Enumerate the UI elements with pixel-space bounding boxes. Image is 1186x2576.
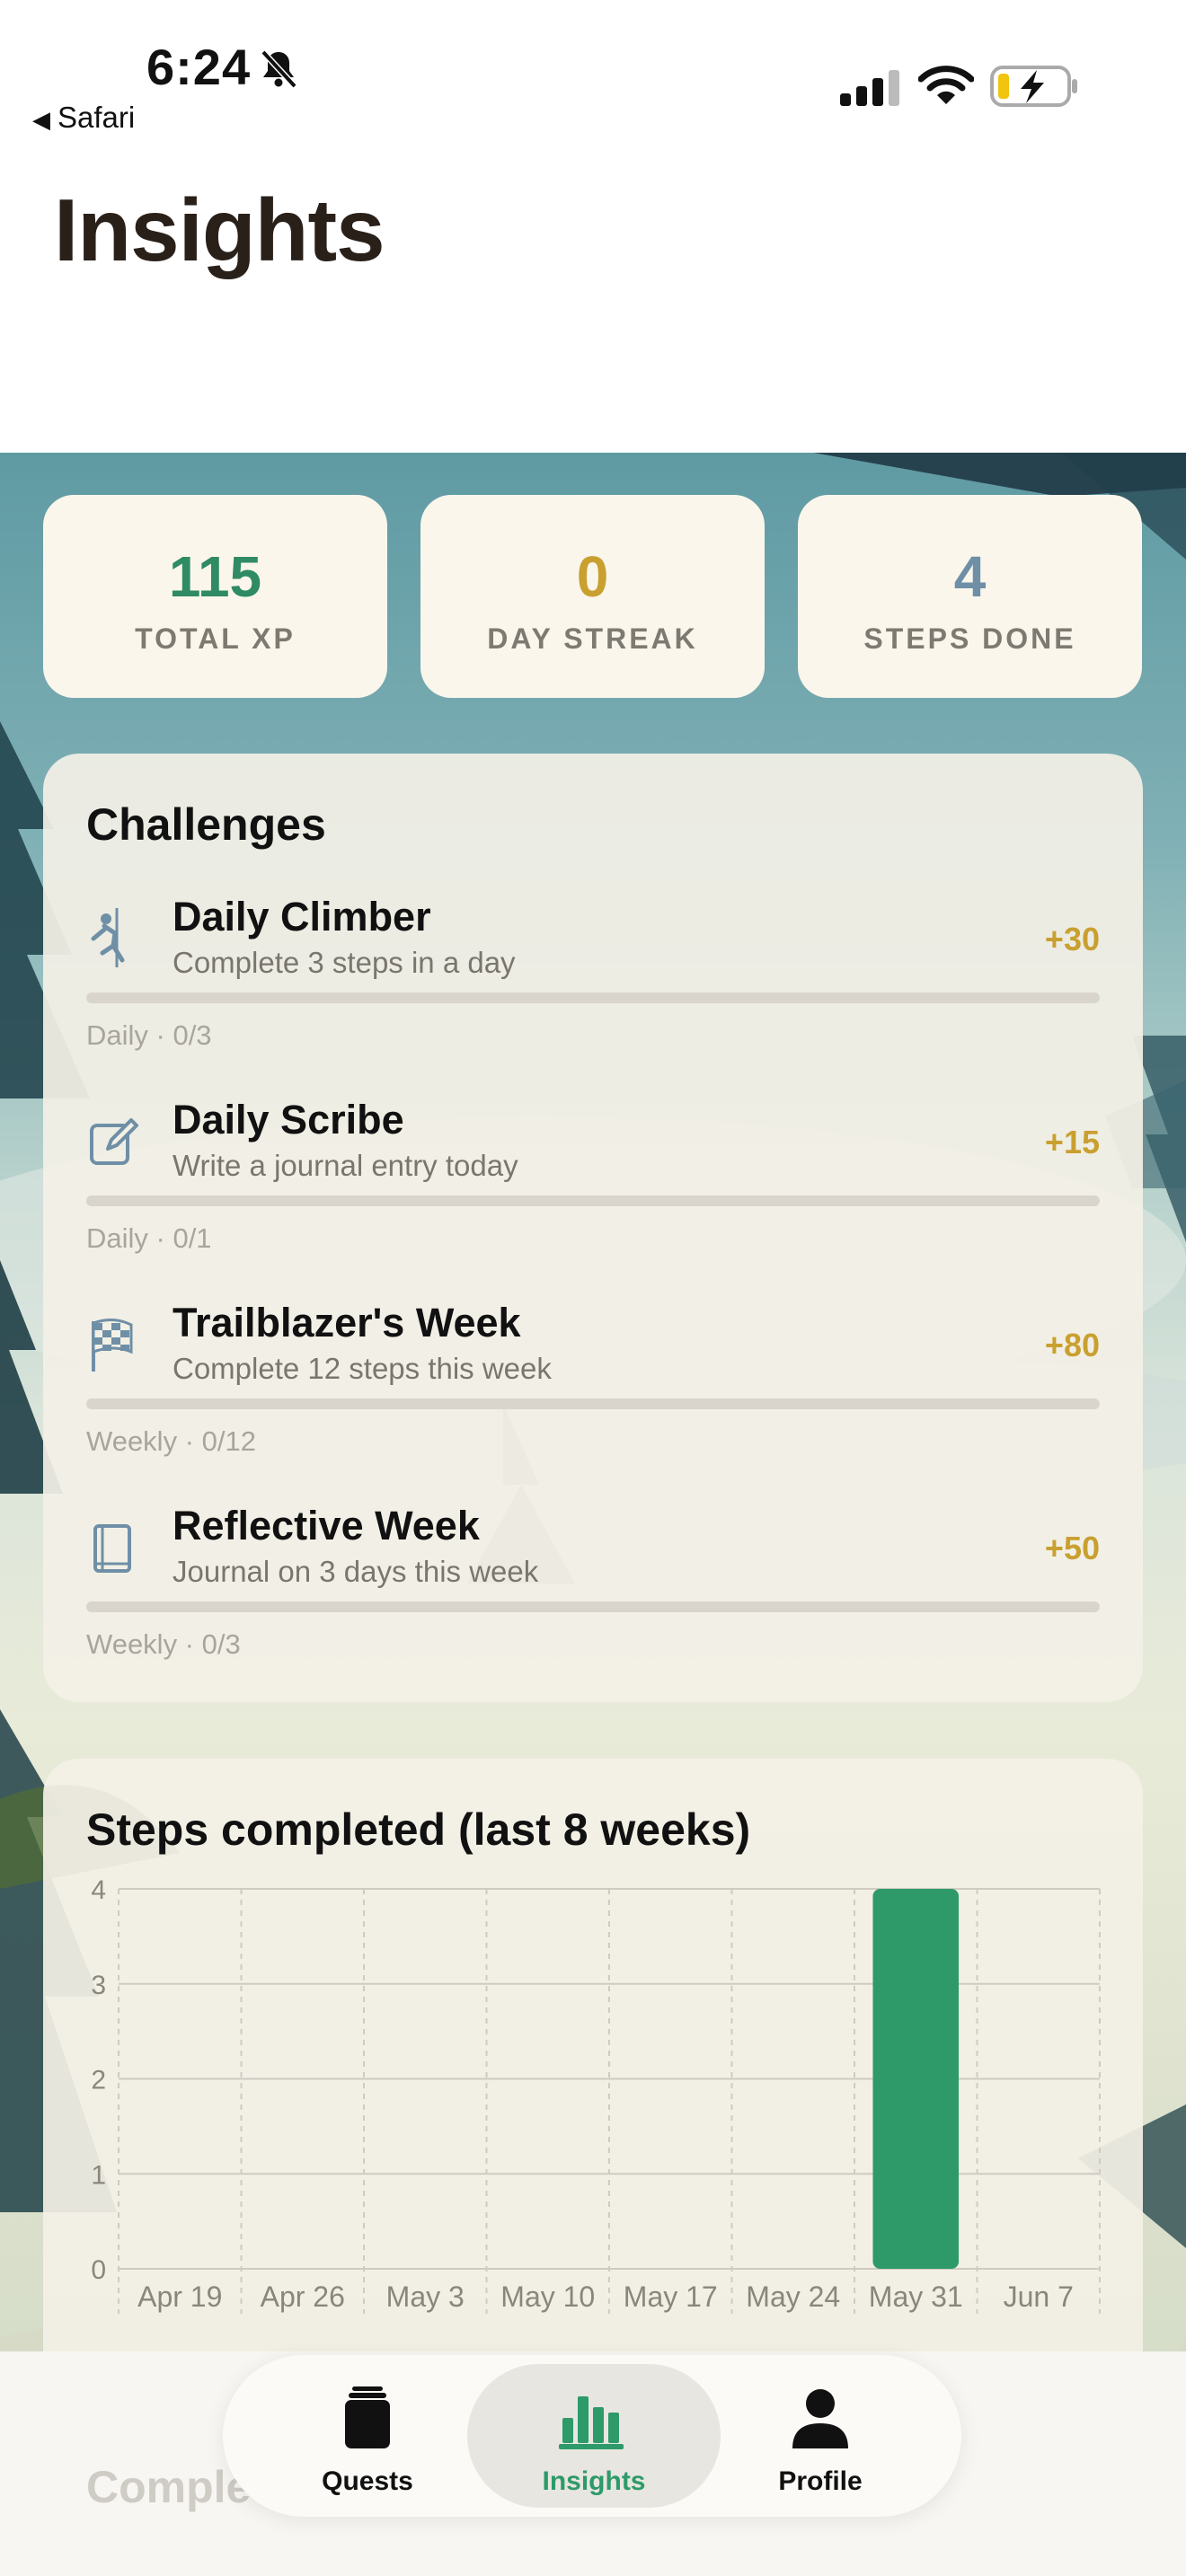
quests-icon xyxy=(345,2386,390,2448)
x-tick-label: Apr 19 xyxy=(137,2280,222,2313)
tab-label: Profile xyxy=(778,2466,863,2496)
challenge-name: Daily Scribe xyxy=(173,1097,404,1142)
y-tick-label: 0 xyxy=(91,2255,106,2285)
person-icon xyxy=(792,2389,848,2448)
challenge-daily-climber[interactable]: Daily Climber Complete 3 steps in a day … xyxy=(43,885,1143,1088)
tab-label: Quests xyxy=(322,2466,413,2496)
challenge-meta: Daily · 0/1 xyxy=(86,1222,212,1254)
challenge-xp-reward: +80 xyxy=(1044,1327,1100,1363)
y-tick-label: 3 xyxy=(91,1971,106,2000)
completed-section-title-partial: Comple xyxy=(86,2462,252,2512)
challenge-xp-reward: +15 xyxy=(1044,1124,1100,1160)
challenge-name: Daily Climber xyxy=(173,894,431,940)
x-tick-label: Apr 26 xyxy=(261,2280,345,2313)
tab-label: Insights xyxy=(542,2466,646,2496)
challenge-progress-bar xyxy=(86,1398,1100,1409)
x-tick-label: May 10 xyxy=(500,2280,595,2313)
stat-value: 115 xyxy=(168,544,262,609)
challenges-title: Challenges xyxy=(86,799,326,850)
stat-label: DAY STREAK xyxy=(487,622,698,655)
challenge-progress-bar xyxy=(86,1195,1100,1206)
battery-charging-icon xyxy=(990,66,1077,107)
page-title: Insights xyxy=(54,181,385,279)
challenge-name: Trailblazer's Week xyxy=(173,1300,521,1345)
stat-value: 0 xyxy=(576,544,609,609)
challenge-description: Complete 3 steps in a day xyxy=(173,946,516,979)
wifi-icon xyxy=(918,66,974,104)
stat-label: STEPS DONE xyxy=(863,622,1076,655)
stat-card-day-streak: 0 DAY STREAK xyxy=(420,495,765,698)
tab-insights[interactable]: Insights xyxy=(467,2364,721,2508)
tab-bar: Quests Insights Profile xyxy=(223,2355,961,2517)
challenge-meta: Weekly · 0/3 xyxy=(86,1628,241,1660)
checkered-flag-icon xyxy=(92,1319,133,1372)
stat-label: TOTAL XP xyxy=(135,622,296,655)
steps-chart-card: Steps completed (last 8 weeks) 0 1 2 3 4 Apr … xyxy=(43,1759,1143,2351)
back-triangle-icon: ◀ xyxy=(32,106,50,133)
bell-slash-icon xyxy=(261,49,297,89)
book-icon xyxy=(93,1524,131,1573)
stat-value: 4 xyxy=(953,544,987,609)
challenge-trailblazers-week[interactable]: Trailblazer's Week Complete 12 steps thi… xyxy=(43,1291,1143,1494)
challenge-description: Write a journal entry today xyxy=(173,1149,518,1182)
challenge-progress-bar xyxy=(86,992,1100,1003)
x-tick-label: May 3 xyxy=(386,2280,465,2313)
edit-icon xyxy=(90,1118,138,1165)
challenges-card: Challenges Daily Climber Complete 3 step… xyxy=(43,754,1143,1702)
tab-profile[interactable]: Profile xyxy=(694,2364,947,2508)
challenge-progress-bar xyxy=(86,1601,1100,1612)
x-tick-label: May 24 xyxy=(746,2280,840,2313)
chart-bar xyxy=(872,1889,960,2269)
status-bar: 6:24 ◀ Safari xyxy=(0,0,1186,153)
challenge-reflective-week[interactable]: Reflective Week Journal on 3 days this w… xyxy=(43,1494,1143,1697)
back-to-safari-link[interactable]: ◀ Safari xyxy=(32,101,135,135)
climber-icon xyxy=(91,908,125,967)
y-tick-label: 1 xyxy=(91,2160,106,2190)
stat-card-total-xp: 115 TOTAL XP xyxy=(43,495,387,698)
stat-card-steps-done: 4 STEPS DONE xyxy=(798,495,1142,698)
back-label: Safari xyxy=(58,101,136,134)
challenge-meta: Weekly · 0/12 xyxy=(86,1425,256,1457)
challenge-description: Journal on 3 days this week xyxy=(173,1555,539,1588)
cellular-signal-icon xyxy=(840,70,899,106)
challenge-meta: Daily · 0/3 xyxy=(86,1019,212,1051)
bar-chart-icon xyxy=(559,2396,624,2449)
challenge-name: Reflective Week xyxy=(173,1503,480,1548)
x-tick-label: May 17 xyxy=(624,2280,718,2313)
status-time: 6:24 xyxy=(146,39,252,95)
x-tick-label: Jun 7 xyxy=(1004,2280,1074,2313)
challenge-description: Complete 12 steps this week xyxy=(173,1352,552,1385)
x-tick-label: May 31 xyxy=(869,2280,963,2313)
y-tick-label: 4 xyxy=(91,1875,106,1905)
challenge-xp-reward: +50 xyxy=(1044,1530,1100,1566)
y-tick-label: 2 xyxy=(91,2066,106,2095)
challenge-daily-scribe[interactable]: Daily Scribe Write a journal entry today… xyxy=(43,1088,1143,1291)
tab-quests[interactable]: Quests xyxy=(241,2364,494,2508)
challenge-xp-reward: +30 xyxy=(1044,921,1100,957)
steps-bar-chart: 0 1 2 3 4 Apr 19 Apr 26 May 3 May 10 May 17 May 24… xyxy=(91,1875,1101,2314)
